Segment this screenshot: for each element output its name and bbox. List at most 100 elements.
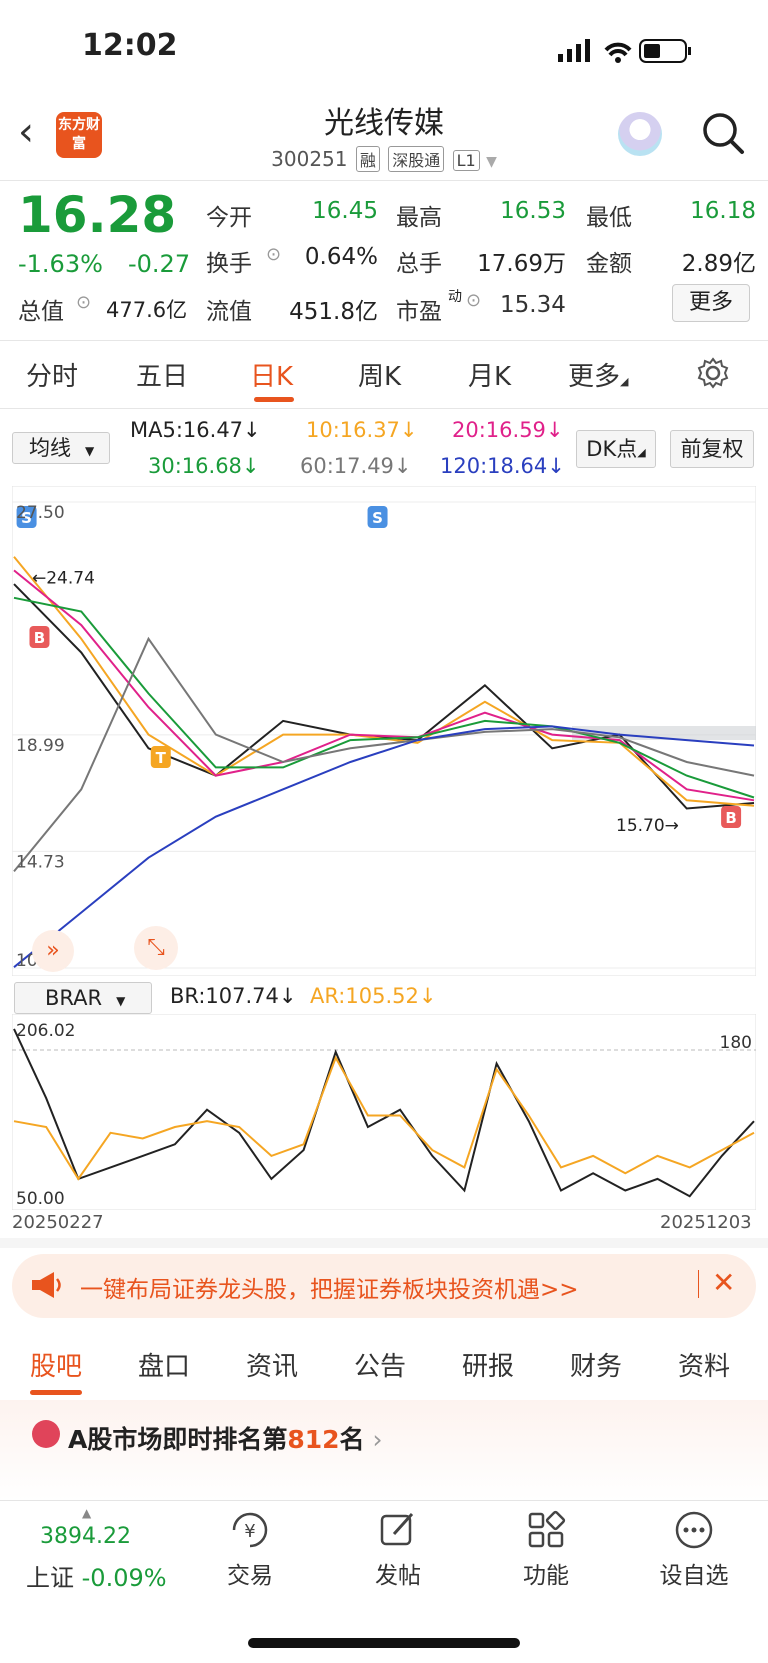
tag-connect: 深股通	[388, 146, 445, 172]
ma-select[interactable]: 均线 ▼	[12, 432, 110, 464]
svg-text:¥: ¥	[244, 1521, 255, 1542]
tab-monthly-k[interactable]: 月K	[468, 356, 511, 393]
brar-chart[interactable]: 206.02 180 50.00	[12, 1014, 756, 1210]
turnover-label: 换手	[206, 251, 252, 277]
turnover-value: 0.64%	[304, 244, 378, 270]
expand-chart-icon[interactable]: ⤡	[134, 926, 178, 970]
index-value[interactable]: 3894.22	[40, 1524, 131, 1549]
ma30-label: 30:16.68↓	[148, 454, 260, 478]
more-dots-icon[interactable]	[674, 1510, 714, 1550]
settings-gear-icon[interactable]	[696, 356, 730, 390]
forward-adjust-button[interactable]: 前复权	[670, 430, 754, 468]
low-value: 16.18	[690, 198, 756, 224]
amount-label: 金额	[586, 251, 632, 277]
tag-level: L1	[452, 150, 480, 171]
svg-text:S: S	[372, 509, 383, 527]
pe-value: 15.34	[500, 292, 566, 318]
more-button[interactable]: 更多	[672, 284, 750, 322]
svg-text:T: T	[156, 749, 167, 767]
market-cap-label: 总值	[18, 299, 64, 325]
home-indicator	[248, 1638, 520, 1648]
k-y-tick: 18.99	[16, 736, 65, 756]
brar-max-label: 206.02	[16, 1021, 75, 1041]
high-annotation: ←24.74	[32, 569, 95, 589]
dk-point-button[interactable]: DK点◢	[576, 430, 656, 468]
megaphone-icon	[32, 1272, 61, 1298]
end-date-label: 20251203	[660, 1212, 752, 1233]
trade-yen-icon[interactable]: ¥	[228, 1510, 272, 1550]
high-value: 16.53	[500, 198, 566, 224]
tab-financials[interactable]: 财务	[570, 1346, 622, 1383]
open-value: 16.45	[312, 198, 378, 224]
signal-marker-t[interactable]: T	[150, 746, 171, 768]
low-label: 最低	[586, 205, 632, 231]
tab-announcements[interactable]: 公告	[354, 1346, 406, 1383]
nav-trade[interactable]: 交易	[190, 1556, 310, 1590]
search-icon[interactable]	[700, 110, 746, 156]
info-icon[interactable]: ⊙	[266, 244, 281, 265]
brar-min-label: 50.00	[16, 1189, 65, 1209]
signal-marker-b[interactable]: B	[29, 626, 50, 648]
k-line-chart[interactable]: SSBTB 27.5018.9914.7310.47←24.7415.70→	[12, 486, 756, 976]
svg-text:B: B	[725, 809, 736, 827]
open-label: 今开	[206, 205, 252, 231]
brar-select[interactable]: BRAR ▼	[14, 982, 152, 1014]
tab-weekly-k[interactable]: 周K	[358, 356, 401, 393]
tab-research[interactable]: 研报	[462, 1346, 514, 1383]
k-y-tick: 27.50	[16, 503, 65, 523]
status-time: 12:02	[82, 28, 178, 63]
fast-forward-icon[interactable]: »	[32, 930, 74, 972]
low-annotation: 15.70→	[616, 816, 679, 836]
svg-text:B: B	[34, 629, 45, 647]
status-icons	[558, 39, 691, 63]
caret-up-icon: ▲	[82, 1506, 92, 1520]
k-y-tick: 14.73	[16, 852, 65, 872]
assistant-robot-icon[interactable]	[618, 112, 662, 156]
info-icon[interactable]: ⊙	[76, 292, 91, 313]
active-tab-indicator	[254, 397, 294, 402]
pe-label: 市盈	[396, 299, 442, 325]
tab-daily-k[interactable]: 日K	[250, 356, 293, 393]
expand-caret-icon[interactable]: ▼	[486, 154, 497, 170]
nav-post[interactable]: 发帖	[338, 1556, 458, 1590]
float-cap-label: 流值	[206, 299, 252, 325]
active-tab-indicator	[30, 1390, 82, 1395]
ma120-label: 120:18.64↓	[440, 454, 565, 478]
tab-profile[interactable]: 资料	[678, 1346, 730, 1383]
tab-order-book[interactable]: 盘口	[138, 1346, 190, 1383]
banner-text[interactable]: 一键布局证券龙头股，把握证券板块投资机遇>>	[80, 1270, 579, 1304]
tag-margin: 融	[355, 146, 380, 172]
nav-functions[interactable]: 功能	[486, 1556, 606, 1590]
tab-more[interactable]: 更多◢	[568, 356, 628, 393]
volume-value: 17.69万	[477, 251, 566, 277]
info-icon[interactable]: ⊙	[466, 290, 481, 311]
br-legend: BR:107.74↓	[170, 984, 297, 1008]
amount-value: 2.89亿	[681, 251, 756, 277]
ma20-label: 20:16.59↓	[452, 418, 564, 442]
close-icon[interactable]: ✕	[712, 1266, 735, 1299]
signal-marker-s[interactable]: S	[367, 506, 388, 528]
tab-news[interactable]: 资讯	[246, 1346, 298, 1383]
ma60-label: 60:17.49↓	[300, 454, 412, 478]
change-percent: -1.63%	[18, 250, 103, 278]
nav-add-watchlist[interactable]: 设自选	[634, 1556, 754, 1590]
stock-code: 300251	[271, 147, 348, 171]
float-cap-value: 451.8亿	[289, 299, 378, 325]
index-name[interactable]: 上证 -0.09%	[26, 1558, 167, 1593]
tab-forum[interactable]: 股吧	[30, 1346, 82, 1383]
pe-superscript: 动	[448, 289, 462, 305]
ar-legend: AR:105.52↓	[310, 984, 437, 1008]
start-date-label: 20250227	[12, 1212, 104, 1233]
post-edit-icon[interactable]	[378, 1510, 418, 1550]
ma10-label: 10:16.37↓	[306, 418, 418, 442]
brar-threshold-label: 180	[720, 1033, 752, 1053]
market-cap-value: 477.6亿	[106, 298, 188, 322]
tab-intraday[interactable]: 分时	[26, 356, 78, 393]
last-price: 16.28	[18, 186, 177, 244]
ma5-label: MA5:16.47↓	[130, 418, 261, 442]
change-amount: -0.27	[128, 250, 191, 278]
market-rank[interactable]: A股市场即时排名第812名 ›	[68, 1420, 383, 1456]
signal-marker-b[interactable]: B	[721, 806, 742, 828]
tab-five-day[interactable]: 五日	[136, 356, 188, 393]
functions-grid-icon[interactable]	[526, 1510, 566, 1550]
